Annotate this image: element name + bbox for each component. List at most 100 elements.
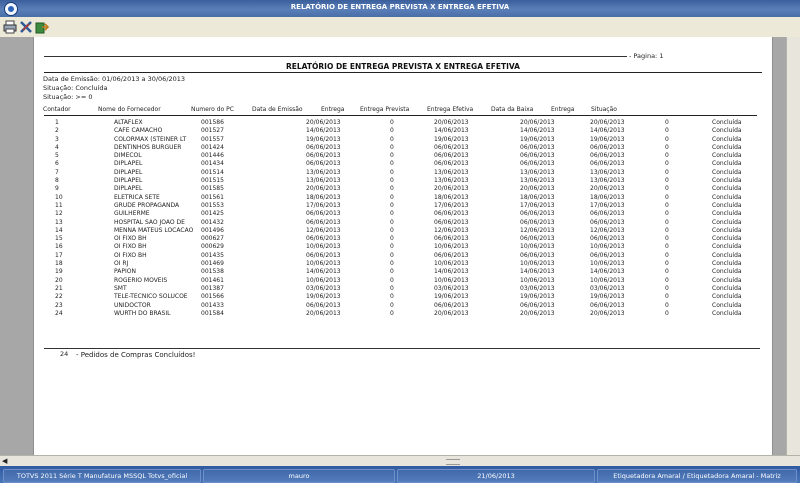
table-cell: 06/06/2013 xyxy=(306,218,341,226)
table-cell: 1 xyxy=(55,119,59,126)
table-cell: 10/06/2013 xyxy=(434,243,469,251)
table-cell: 0 xyxy=(665,243,669,251)
table-cell: 10/06/2013 xyxy=(520,276,555,284)
col-header: Entrega Efetiva xyxy=(427,106,474,113)
table-cell: 20/06/2013 xyxy=(590,309,625,317)
table-cell: 13/06/2013 xyxy=(434,177,469,185)
table-cell: PAPION xyxy=(114,268,136,276)
table-cell: 17 xyxy=(55,251,63,259)
table-cell: 0 xyxy=(390,152,394,160)
table-cell: 03/06/2013 xyxy=(590,284,625,292)
table-cell: 3 xyxy=(55,135,59,143)
table-row: 21 SMT 001387 03/06/2013 0 03/06/2013 03/06/20… xyxy=(34,285,772,293)
col-header: Contador xyxy=(43,106,71,113)
table-cell: 06/06/2013 xyxy=(306,152,341,160)
table-cell: 06/06/2013 xyxy=(434,251,469,259)
table-cell: 06/06/2013 xyxy=(434,152,469,160)
report-rows: 1 ALTAFLEX 001586 20/06/2013 0 20/06/2013 20/0… xyxy=(34,119,772,318)
table-row: 6 DIPLAPEL 001434 06/06/2013 0 06/06/2013 06/0… xyxy=(34,160,772,168)
table-row: 23 UNIDOCTOR 001433 06/06/2013 0 06/06/2013 06… xyxy=(34,302,772,310)
table-cell: Concluída xyxy=(712,226,742,234)
table-cell: 17/06/2013 xyxy=(520,201,555,209)
table-cell: 20/06/2013 xyxy=(306,309,341,317)
print-icon[interactable] xyxy=(3,20,17,34)
table-cell: 001496 xyxy=(201,226,224,234)
table-cell: 18/06/2013 xyxy=(306,193,341,201)
table-cell: 13/06/2013 xyxy=(434,168,469,176)
table-cell: 0 xyxy=(390,185,394,193)
table-cell: 24 xyxy=(55,309,63,317)
scroll-left-icon[interactable]: ◀ xyxy=(2,457,10,465)
table-cell: 001435 xyxy=(201,251,224,259)
table-cell: DENTINHOS BURGUER xyxy=(114,143,182,151)
table-cell: 20/06/2013 xyxy=(306,119,341,126)
table-row: 19 PAPION 001538 14/06/2013 0 14/06/2013 14/06… xyxy=(34,268,772,276)
table-cell: 14/06/2013 xyxy=(520,268,555,276)
total-label: - Pedidos de Compras Concluídos! xyxy=(76,351,196,359)
table-cell: 0 xyxy=(665,201,669,209)
table-cell: 19/06/2013 xyxy=(306,135,341,143)
table-cell: GRUDE PROPAGANDA xyxy=(114,201,180,209)
table-cell: 10 xyxy=(55,193,63,201)
table-cell: 0 xyxy=(390,226,394,234)
table-cell: GUILHERME xyxy=(114,210,150,218)
table-cell: 001584 xyxy=(201,309,224,317)
status-product: TOTVS 2011 Série T Manufatura MSSQL Totv… xyxy=(3,469,201,483)
table-cell: 001425 xyxy=(201,210,224,218)
table-cell: 13/06/2013 xyxy=(590,177,625,185)
table-cell: 19/06/2013 xyxy=(520,293,555,301)
table-cell: 03/06/2013 xyxy=(434,284,469,292)
table-cell: 16 xyxy=(55,243,63,251)
table-cell: 10/06/2013 xyxy=(306,260,341,268)
table-cell: 20/06/2013 xyxy=(520,185,555,193)
table-cell: 5 xyxy=(55,152,59,160)
table-cell: Concluída xyxy=(712,201,742,209)
scroll-grip-icon[interactable] xyxy=(446,459,460,465)
table-cell: 0 xyxy=(665,235,669,243)
divider xyxy=(44,56,627,57)
table-cell: 21 xyxy=(55,284,63,292)
table-cell: 0 xyxy=(390,235,394,243)
table-cell: 001561 xyxy=(201,193,224,201)
table-cell: 06/06/2013 xyxy=(520,218,555,226)
table-cell: OI FIXO BH xyxy=(114,251,147,259)
table-cell: 0 xyxy=(390,293,394,301)
table-cell: HOSPITAL SAO JOAO DE xyxy=(114,218,185,226)
table-cell: 0 xyxy=(665,284,669,292)
table-cell: 0 xyxy=(665,276,669,284)
table-cell: 06/06/2013 xyxy=(306,210,341,218)
table-cell: Concluída xyxy=(712,301,742,309)
col-header: Nome do Fornecedor xyxy=(98,106,161,113)
vertical-scrollbar[interactable] xyxy=(786,37,800,455)
export-icon[interactable] xyxy=(35,20,49,34)
table-cell: 0 xyxy=(390,193,394,201)
table-cell: 06/06/2013 xyxy=(590,143,625,151)
table-cell: 17/06/2013 xyxy=(306,201,341,209)
table-cell: 0 xyxy=(390,251,394,259)
table-cell: 06/06/2013 xyxy=(434,160,469,168)
table-cell: 11 xyxy=(55,201,63,209)
table-cell: 06/06/2013 xyxy=(306,143,341,151)
table-cell: Concluída xyxy=(712,152,742,160)
table-cell: 0 xyxy=(390,119,394,126)
table-cell: 20/06/2013 xyxy=(306,185,341,193)
close-icon[interactable] xyxy=(19,20,33,34)
table-row: 12 GUILHERME 001425 06/06/2013 0 06/06/2013 06… xyxy=(34,210,772,218)
table-cell: 0 xyxy=(665,210,669,218)
table-row: 14 MENNA MATEUS LOCACAO 001496 12/06/2013 0 1… xyxy=(34,227,772,235)
table-cell: 0 xyxy=(390,160,394,168)
table-cell: 0 xyxy=(390,143,394,151)
table-cell: Concluída xyxy=(712,210,742,218)
table-row: 9 DIPLAPEL 001585 20/06/2013 0 20/06/2013 20/0… xyxy=(34,185,772,193)
status-filter: Situação: Concluída xyxy=(43,84,108,92)
table-cell: 0 xyxy=(390,243,394,251)
table-row: 10 ELETRICA SETE 001561 18/06/2013 0 18/06/20… xyxy=(34,194,772,202)
table-cell: 06/06/2013 xyxy=(434,235,469,243)
table-cell: 001514 xyxy=(201,168,224,176)
table-cell: 06/06/2013 xyxy=(434,301,469,309)
table-cell: 12/06/2013 xyxy=(520,226,555,234)
table-cell: 001461 xyxy=(201,276,224,284)
divider xyxy=(44,348,760,349)
total-count: 24 xyxy=(60,350,69,358)
table-cell: 001469 xyxy=(201,260,224,268)
